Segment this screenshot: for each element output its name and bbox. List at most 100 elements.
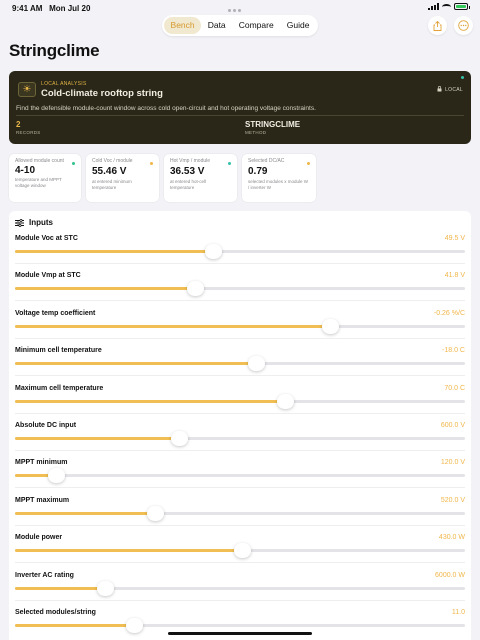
input-label: Module Voc at STC bbox=[15, 235, 78, 242]
sliders-icon bbox=[15, 218, 24, 227]
slider-track[interactable] bbox=[15, 356, 465, 372]
slider-thumb[interactable] bbox=[97, 580, 114, 596]
tab-guide[interactable]: Guide bbox=[280, 17, 316, 34]
slider-fill bbox=[15, 511, 155, 515]
row-divider bbox=[15, 375, 465, 377]
metric-label: Cold Voc / module bbox=[92, 158, 133, 164]
slider-thumb[interactable] bbox=[277, 393, 294, 409]
inputs-panel: Inputs Module Voc at STC 49.5 V Module Vmp… bbox=[9, 211, 471, 640]
home-indicator[interactable] bbox=[168, 632, 312, 635]
input-row: Module Vmp at STC 41.8 V bbox=[15, 272, 465, 309]
input-value: 6000.0 W bbox=[435, 571, 465, 579]
metric-card-hot-vmp: Hot Vmp / module 36.53 V at entered hot-… bbox=[164, 154, 237, 202]
metric-card-dc-ac: Selected DC/AC 0.79 selected modules x m… bbox=[242, 154, 316, 202]
input-label: Inverter AC rating bbox=[15, 571, 74, 579]
input-row: Module power 430.0 W bbox=[15, 534, 465, 571]
input-label: Module power bbox=[15, 534, 63, 542]
input-label: Voltage temp coefficient bbox=[15, 309, 96, 317]
slider-track[interactable] bbox=[15, 505, 465, 521]
slider-thumb[interactable] bbox=[47, 468, 65, 484]
slider-track[interactable] bbox=[15, 580, 465, 596]
slider-track[interactable] bbox=[15, 244, 465, 259]
input-row: Voltage temp coefficient -0.26 %/C bbox=[15, 310, 465, 347]
slider-thumb[interactable] bbox=[234, 543, 252, 559]
page-title: Stringclime bbox=[9, 41, 100, 60]
slider-thumb[interactable] bbox=[126, 618, 144, 633]
metric-note: temperature and MPPT voltage window bbox=[15, 177, 62, 188]
more-button[interactable] bbox=[454, 16, 473, 35]
input-value: -18.0 C bbox=[442, 347, 465, 355]
records-label: RECORDS bbox=[16, 130, 41, 135]
records-value: 2 bbox=[16, 120, 21, 129]
input-row: Minimum cell temperature -18.0 C bbox=[15, 347, 465, 384]
input-label: MPPT maximum bbox=[15, 496, 70, 504]
status-dot bbox=[72, 162, 75, 165]
slider-fill bbox=[15, 399, 285, 403]
slider-fill bbox=[15, 586, 105, 590]
slider-fill bbox=[15, 250, 213, 253]
method-value: STRINGCLIME bbox=[245, 120, 301, 129]
slider-thumb[interactable] bbox=[205, 244, 222, 259]
cellular-signal-icon bbox=[428, 3, 439, 10]
row-divider bbox=[15, 487, 465, 489]
slider-track[interactable] bbox=[15, 543, 465, 559]
input-label: Absolute DC input bbox=[15, 422, 77, 429]
wifi-icon bbox=[442, 3, 451, 10]
metric-card-cold-voc: Cold Voc / module 55.46 V at entered min… bbox=[86, 154, 159, 202]
slider-track[interactable] bbox=[15, 468, 465, 484]
input-value: 600.0 V bbox=[440, 422, 465, 429]
input-label: Minimum cell temperature bbox=[15, 347, 102, 355]
input-row: Maximum cell temperature 70.0 C bbox=[15, 385, 465, 422]
metric-value: 55.46 V bbox=[92, 166, 127, 177]
input-value: -0.26 %/C bbox=[433, 309, 465, 317]
metric-value: 4-10 bbox=[15, 165, 36, 176]
hero-eyebrow: LOCAL ANALYSIS bbox=[41, 81, 87, 87]
slider-fill bbox=[15, 324, 330, 328]
slider-thumb[interactable] bbox=[322, 318, 339, 334]
status-icons bbox=[428, 3, 470, 10]
input-label: Module Vmp at STC bbox=[15, 272, 81, 280]
input-value: 120.0 V bbox=[440, 459, 465, 467]
metric-label: Allowed module count bbox=[15, 158, 64, 164]
status-dot bbox=[307, 162, 310, 165]
input-value: 520.0 V bbox=[440, 496, 465, 504]
slider-track[interactable] bbox=[15, 318, 465, 334]
input-value: 11.0 bbox=[451, 609, 465, 616]
input-value: 49.5 V bbox=[444, 235, 465, 242]
tab-bench[interactable]: Bench bbox=[164, 17, 202, 34]
share-button[interactable] bbox=[428, 16, 447, 35]
row-divider bbox=[15, 562, 465, 564]
row-divider bbox=[15, 450, 465, 451]
slider-track[interactable] bbox=[15, 281, 465, 297]
row-divider bbox=[15, 599, 465, 601]
input-row: MPPT maximum 520.0 V bbox=[15, 497, 465, 534]
status-dot bbox=[461, 76, 464, 79]
slider-thumb[interactable] bbox=[146, 505, 164, 521]
row-divider bbox=[15, 263, 465, 264]
slider-track[interactable] bbox=[15, 431, 465, 446]
slider-fill bbox=[15, 362, 256, 366]
battery-icon bbox=[454, 3, 470, 10]
slider-track[interactable] bbox=[15, 393, 465, 409]
method-label: METHOD bbox=[245, 130, 267, 135]
status-bar: 9:41 AM Mon Jul 20 bbox=[0, 0, 480, 16]
slider-thumb[interactable] bbox=[247, 356, 265, 372]
slider-fill bbox=[15, 287, 195, 291]
tab-compare[interactable]: Compare bbox=[232, 17, 280, 34]
slider-track[interactable] bbox=[15, 618, 465, 633]
hero-description: Find the defensible module-count window … bbox=[16, 105, 316, 112]
row-divider bbox=[15, 412, 465, 414]
tab-data[interactable]: Data bbox=[201, 17, 232, 34]
input-value: 41.8 V bbox=[444, 272, 465, 280]
slider-thumb[interactable] bbox=[171, 431, 189, 446]
share-icon bbox=[433, 20, 442, 31]
metric-label: Hot Vmp / module bbox=[170, 158, 211, 164]
slider-fill bbox=[15, 437, 180, 440]
divider bbox=[16, 115, 464, 116]
input-value: 430.0 W bbox=[438, 534, 465, 542]
input-row: Inverter AC rating 6000.0 W bbox=[15, 572, 465, 609]
input-row: Selected modules/string 11.0 bbox=[15, 609, 465, 640]
slider-thumb[interactable] bbox=[187, 281, 204, 297]
status-time: 9:41 AM Mon Jul 20 bbox=[12, 4, 91, 13]
multitasking-dots[interactable] bbox=[228, 9, 241, 12]
